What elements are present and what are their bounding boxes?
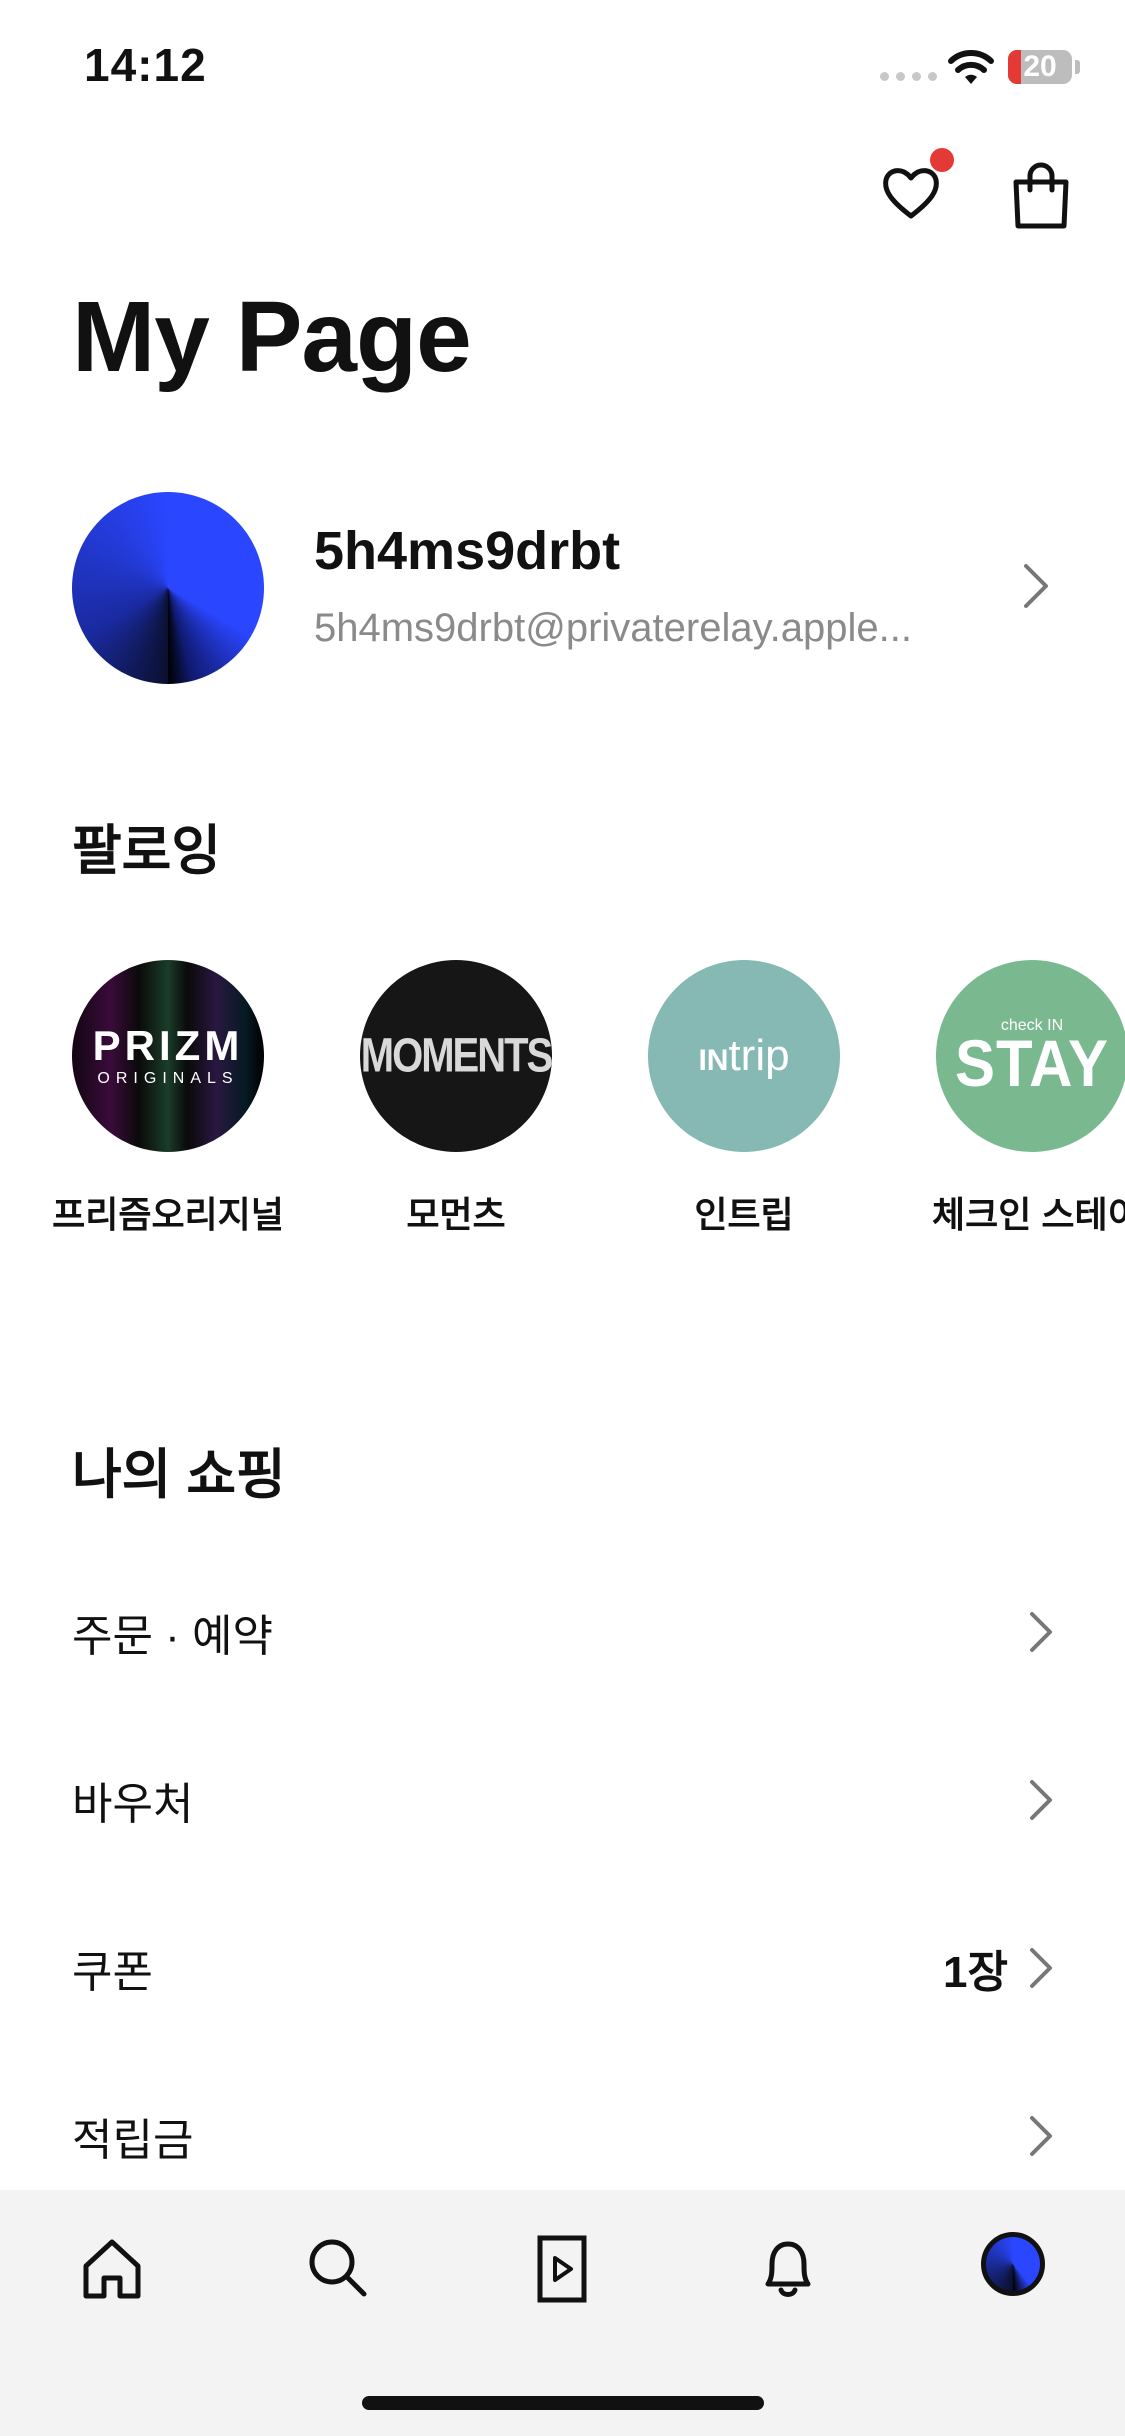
page-title: My Page — [72, 281, 472, 393]
cellular-signal-icon — [880, 72, 937, 81]
home-indicator — [362, 2396, 764, 2410]
menu-item-voucher[interactable]: 바우처 — [72, 1760, 1056, 1840]
menu-item-points[interactable]: 적립금 — [72, 2096, 1056, 2176]
checkin-stay-logo: check IN STAY — [936, 960, 1125, 1152]
following-item-label: 프리즘오리지널 — [52, 1194, 284, 1235]
notification-dot — [930, 148, 954, 172]
bell-icon[interactable] — [752, 2232, 824, 2304]
following-item-label: 모먼츠 — [406, 1194, 506, 1235]
profile-tab-avatar[interactable] — [981, 2232, 1045, 2296]
prizm-logo: PRIZM ORIGINALS — [72, 960, 264, 1152]
following-item-intrip[interactable]: INtrip 인트립 — [619, 960, 869, 1238]
menu-item-label: 적립금 — [72, 2116, 194, 2165]
chevron-right-icon[interactable] — [1016, 560, 1056, 612]
profile-avatar[interactable] — [72, 492, 264, 684]
following-item-checkin-stay[interactable]: check IN STAY 체크인 스테이 — [907, 960, 1125, 1238]
shopping-bag-icon[interactable] — [1008, 160, 1074, 230]
chevron-right-icon — [1030, 1948, 1052, 1988]
menu-item-label: 쿠폰 — [72, 1948, 153, 1997]
intrip-logo: INtrip — [648, 960, 840, 1152]
following-item-label: 인트립 — [694, 1194, 794, 1235]
search-icon[interactable] — [302, 2232, 374, 2304]
profile-name[interactable]: 5h4ms9drbt — [314, 520, 620, 582]
profile-email: 5h4ms9drbt@privaterelay.apple... — [314, 606, 912, 650]
video-play-icon[interactable] — [526, 2232, 598, 2304]
shopping-section-title: 나의 쇼핑 — [72, 1445, 286, 1505]
chevron-right-icon — [1030, 1780, 1052, 1820]
following-item-moments[interactable]: MOMENTS 모먼츠 — [331, 960, 581, 1238]
following-item-prizm[interactable]: PRIZM ORIGINALS 프리즘오리지널 — [43, 960, 293, 1238]
chevron-right-icon — [1030, 2116, 1052, 2156]
moments-logo: MOMENTS — [360, 960, 552, 1152]
following-section-title: 팔로잉 — [72, 821, 222, 881]
wishlist-heart-icon[interactable] — [878, 160, 944, 226]
menu-item-label: 바우처 — [72, 1780, 194, 1829]
home-icon[interactable] — [76, 2232, 148, 2304]
menu-item-label: 주문 · 예약 — [72, 1612, 274, 1661]
menu-item-orders[interactable]: 주문 · 예약 — [72, 1592, 1056, 1672]
coupon-count: 1장 — [943, 1948, 1008, 1997]
menu-item-coupon[interactable]: 쿠폰 1장 — [72, 1928, 1056, 2008]
wifi-icon — [948, 50, 994, 84]
following-item-label: 체크인 스테이 — [932, 1194, 1125, 1235]
chevron-right-icon — [1030, 1612, 1052, 1652]
battery-icon: 20 — [1008, 50, 1072, 84]
battery-level: 20 — [1023, 50, 1057, 83]
status-time: 14:12 — [84, 39, 207, 91]
